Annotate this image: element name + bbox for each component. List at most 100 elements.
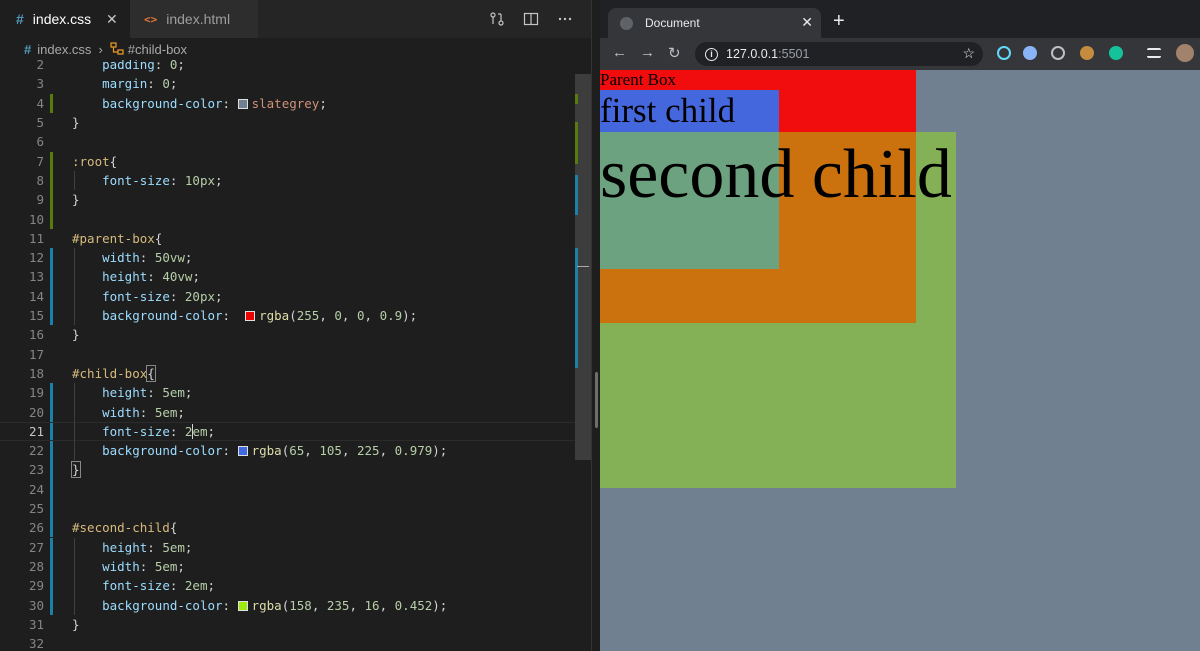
code-line[interactable]: 31} (0, 615, 575, 634)
url-port: :5501 (778, 47, 810, 61)
code-text: font-size: 10px; (102, 172, 223, 188)
address-bar[interactable]: i 127.0.0.1:5501 ☆ (695, 42, 983, 66)
css-file-icon: # (16, 11, 24, 27)
close-icon[interactable]: ✕ (106, 11, 118, 28)
code-text: width: 50vw; (102, 250, 193, 266)
git-change-marker (50, 518, 53, 538)
resize-handle[interactable] (595, 372, 598, 428)
parent-box-text: Parent Box (600, 70, 677, 89)
indent-guide (74, 170, 75, 191)
code-line[interactable]: 2 padding: 0; (0, 60, 575, 74)
tab-index-css[interactable]: # index.css ✕ (0, 0, 130, 38)
code-line[interactable]: 18 #child-box{ (0, 364, 575, 383)
code-line[interactable]: 26 #second-child{ (0, 518, 575, 538)
code-text: height: 5em; (102, 539, 193, 555)
code-text: background-color: slategrey; (102, 95, 327, 111)
code-line[interactable]: 7:root{ (0, 151, 575, 171)
browser-tab[interactable]: Document ✕ (608, 8, 821, 38)
code-line[interactable]: 13 height: 40vw; (0, 267, 575, 287)
code-line[interactable]: 15 background-color: rgba(255, 0, 0, 0.9… (0, 305, 575, 326)
line-number: 23 (28, 462, 44, 478)
code-line[interactable]: 23} (0, 460, 575, 480)
line-number: 10 (28, 211, 44, 227)
code-line[interactable]: 22 background-color: rgba(65, 105, 225, … (0, 441, 575, 461)
browser-window: Document ✕ + ← → ↻ i 127.0.0.1:5501 ☆ Pa… (600, 0, 1200, 651)
tab-label: index.css (32, 11, 92, 27)
git-change-marker (50, 151, 53, 171)
minimap-change-marker (575, 122, 578, 164)
code-line[interactable]: 29 font-size: 2em; (0, 576, 575, 596)
breadcrumb-file[interactable]: index.css (37, 42, 91, 57)
source-control-diff-icon[interactable] (489, 11, 505, 27)
avatar[interactable] (1176, 44, 1194, 62)
code-line[interactable]: 21 font-size: 2em; (0, 421, 575, 441)
code-text: height: 40vw; (102, 269, 200, 285)
pane-divider[interactable] (591, 0, 600, 651)
line-number: 13 (28, 269, 44, 285)
code-line[interactable]: 6 (0, 132, 575, 151)
line-number: 7 (36, 153, 44, 169)
chevron-right-icon: › (98, 41, 103, 57)
indent-guide (74, 383, 75, 461)
browser-toolbar: ← → ↻ i 127.0.0.1:5501 ☆ (600, 38, 1200, 70)
back-icon[interactable]: ← (612, 44, 627, 61)
code-line[interactable]: 19 height: 5em; (0, 383, 575, 403)
forward-icon[interactable]: → (640, 44, 655, 61)
split-editor-icon[interactable] (523, 11, 539, 27)
editor-scrollbar[interactable] (575, 60, 591, 651)
code-line[interactable]: 4 background-color: slategrey; (0, 93, 575, 113)
code-text: height: 5em; (102, 385, 193, 401)
git-change-marker (50, 595, 53, 615)
url-host: 127.0.0.1 (726, 47, 779, 61)
line-number: 18 (28, 365, 44, 381)
code-editor[interactable]: # index.css ✕ <> index.html # index.css … (0, 0, 591, 651)
git-change-marker (50, 460, 53, 480)
media-control-icon[interactable] (1147, 48, 1161, 58)
code-line[interactable]: 32 (0, 634, 575, 651)
info-icon[interactable]: i (705, 47, 718, 61)
page-viewport: Parent Box first child second child (600, 70, 1200, 651)
parent-box: Parent Box first child second child (600, 70, 956, 488)
code-line[interactable]: 11 #parent-box{ (0, 229, 575, 248)
line-number: 5 (36, 115, 44, 131)
grammarly-icon[interactable] (1109, 46, 1123, 60)
code-line[interactable]: 16} (0, 325, 575, 344)
line-number: 25 (28, 501, 44, 517)
line-number: 9 (36, 192, 44, 208)
code-line[interactable]: 10 (0, 209, 575, 229)
line-number: 21 (28, 423, 44, 439)
git-change-marker (50, 190, 53, 210)
line-number: 30 (28, 597, 44, 613)
code-area[interactable]: 2 padding: 0; 3 margin: 0; 4 background-co… (0, 60, 575, 651)
second-child-box: second child (600, 132, 956, 488)
extension-icon[interactable] (1023, 46, 1037, 60)
code-line[interactable]: 30 background-color: rgba(158, 235, 16, … (0, 595, 575, 615)
code-line[interactable]: 12 width: 50vw; (0, 248, 575, 268)
css-file-icon: # (24, 41, 32, 57)
code-line[interactable]: 9} (0, 190, 575, 210)
reload-icon[interactable]: ↻ (668, 44, 681, 62)
more-actions-icon[interactable] (557, 11, 573, 27)
extension-icon[interactable] (1051, 46, 1065, 60)
code-line[interactable]: 14 font-size: 20px; (0, 286, 575, 306)
code-text: background-color: rgba(158, 235, 16, 0.4… (102, 597, 448, 613)
code-line[interactable]: 20 width: 5em; (0, 402, 575, 422)
cookie-icon[interactable] (1080, 46, 1094, 60)
code-line[interactable]: 3 margin: 0; (0, 74, 575, 93)
new-tab-icon[interactable]: + (833, 10, 845, 33)
line-number: 4 (36, 95, 44, 111)
react-devtools-icon[interactable] (997, 46, 1011, 60)
code-line[interactable]: 25 (0, 498, 575, 519)
code-text: font-size: 2em; (102, 578, 216, 594)
code-line[interactable]: 17 (0, 345, 575, 364)
code-line[interactable]: 27 height: 5em; (0, 537, 575, 557)
tab-index-html[interactable]: <> index.html (130, 0, 258, 38)
code-line[interactable]: 24 (0, 479, 575, 499)
breadcrumb-symbol[interactable]: #child-box (128, 42, 187, 57)
code-line[interactable]: 5} (0, 113, 575, 132)
star-icon[interactable]: ☆ (962, 45, 975, 62)
code-text: } (72, 115, 80, 131)
code-line[interactable]: 28 width: 5em; (0, 556, 575, 577)
code-line[interactable]: 8 font-size: 10px; (0, 170, 575, 191)
close-icon[interactable]: ✕ (801, 14, 813, 31)
